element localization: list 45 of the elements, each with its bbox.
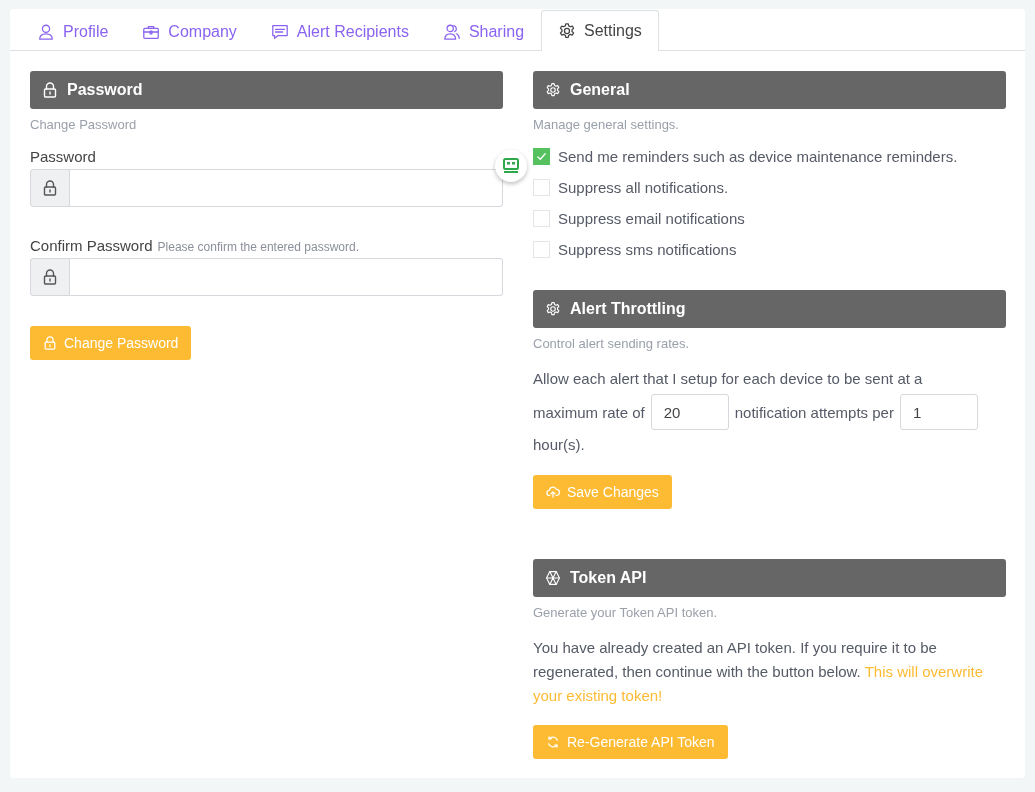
section-title: Token API [570, 569, 647, 587]
checkbox-label: Send me reminders such as device maintenance reminders. [558, 148, 958, 165]
section-title: Alert Throttling [570, 300, 686, 318]
checkbox-label: Suppress all notifications. [558, 179, 729, 196]
cloud-upload-icon [546, 485, 560, 499]
text: hour(s). [533, 435, 586, 455]
description-text: You have already created an API token. If you require it to be regenerated, then continue with the button below. This will overwrite your existing token! [533, 638, 984, 706]
tab[interactable]: Profile [20, 11, 126, 51]
lock-icon [42, 82, 58, 98]
checkbox[interactable] [533, 148, 550, 165]
refresh-icon [546, 735, 560, 749]
lock-icon [43, 269, 57, 285]
lock-icon [43, 180, 57, 196]
field-hint: Please confirm the entered password. [157, 240, 359, 254]
checkbox-label: Suppress sms notifications [558, 241, 737, 258]
text: maximum rate of [533, 403, 645, 421]
tab[interactable]: Sharing [425, 11, 542, 51]
password-field[interactable] [70, 258, 503, 296]
number-field[interactable]: 1 [899, 394, 978, 430]
field-label: Confirm Password [30, 237, 153, 254]
password-field[interactable] [70, 169, 503, 207]
section-subtitle: Generate your Token API token. [533, 605, 719, 620]
tab[interactable]: Company [125, 11, 254, 51]
user-icon [37, 22, 55, 41]
section-subtitle: Change Password [30, 117, 138, 132]
text: Allow each alert that I setup for each device to be sent at a [533, 369, 924, 389]
field-label: Password [30, 148, 96, 165]
section-subtitle: Manage general settings. [533, 117, 680, 132]
settings-icon [545, 82, 561, 98]
chat-bubble-icon [270, 22, 289, 41]
lock-icon [43, 336, 57, 350]
tab[interactable]: Alert Recipients [253, 11, 426, 51]
text: notification attempts per [734, 403, 894, 421]
tab[interactable]: Settings [541, 10, 659, 51]
number-field[interactable]: 20 [650, 394, 729, 430]
settings-icon [545, 301, 561, 317]
section-title: Password [67, 81, 143, 99]
section-subtitle: Control alert sending rates. [533, 336, 691, 351]
hexagon-icon [545, 570, 561, 586]
section-title: General [570, 81, 630, 99]
settings-icon [558, 22, 577, 40]
robot-icon[interactable] [495, 150, 527, 182]
checkbox-label: Suppress email notifications [558, 210, 745, 227]
check-icon [536, 151, 547, 162]
users-icon [442, 22, 461, 41]
